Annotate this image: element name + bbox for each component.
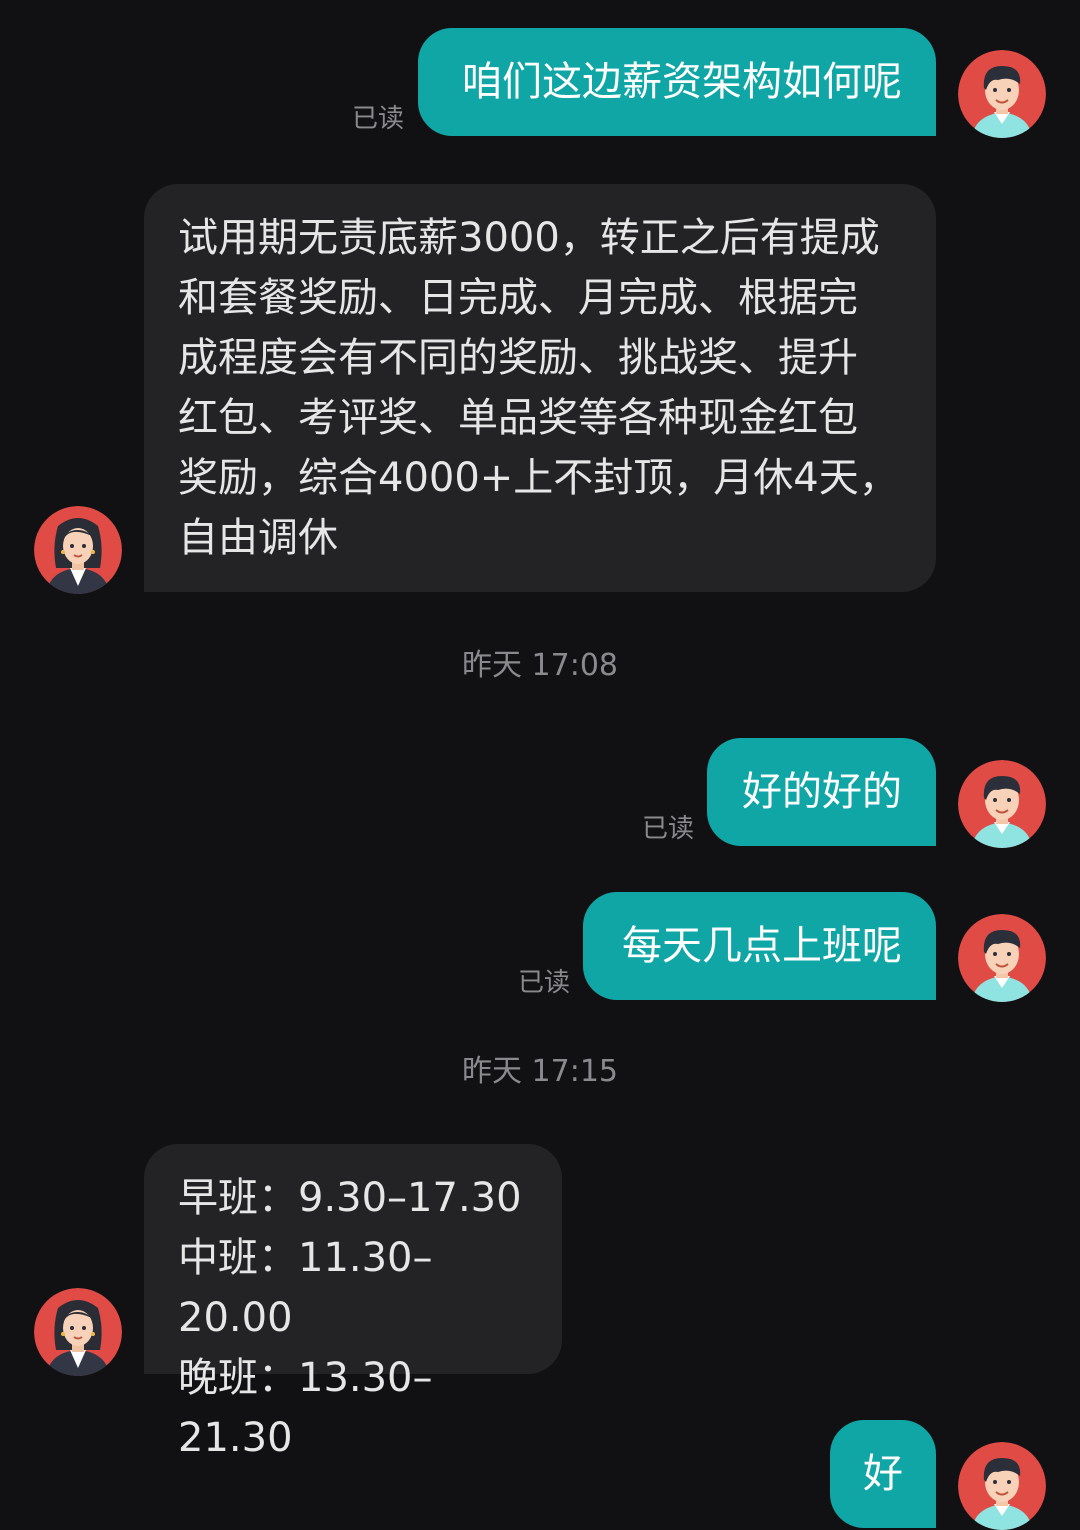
- incoming-message-bubble[interactable]: 试用期无责底薪3000，转正之后有提成 和套餐奖励、日完成、月完成、根据完 成程…: [144, 184, 936, 592]
- read-status: 已读: [642, 814, 695, 844]
- message-text: 每天几点上班呢: [622, 923, 902, 969]
- male-avatar-icon[interactable]: [958, 914, 1046, 1002]
- message-line: 奖励，综合4000+上不封顶，月休4天，: [178, 455, 899, 501]
- message-text: 咱们这边薪资架构如何呢: [462, 59, 902, 105]
- message-line: 红包、考评奖、单品奖等各种现金红包: [178, 395, 858, 441]
- male-avatar-icon[interactable]: [958, 1442, 1046, 1530]
- incoming-message-bubble[interactable]: 早班：9.30–17.30 中班：11.30–20.00 晚班：13.30–21…: [144, 1144, 562, 1461]
- message-line: 试用期无责底薪3000，转正之后有提成: [178, 215, 880, 261]
- chat-thread: 咱们这边薪资架构如何呢 已读 试用期无责底薪3000，转正之后有提成 和套餐奖励…: [0, 0, 1080, 1530]
- outgoing-message-bubble[interactable]: 好的好的: [707, 738, 936, 846]
- message-line: 成程度会有不同的奖励、挑战奖、提升: [178, 335, 858, 381]
- outgoing-message-bubble[interactable]: 咱们这边薪资架构如何呢: [418, 28, 936, 136]
- read-status: 已读: [352, 104, 405, 134]
- read-status: 已读: [518, 968, 571, 998]
- timestamp: 昨天 17:15: [462, 1054, 618, 1089]
- male-avatar-icon[interactable]: [958, 50, 1046, 138]
- outgoing-message-bubble[interactable]: 好: [830, 1420, 936, 1528]
- message-line: 晚班：13.30–21.30: [178, 1355, 433, 1461]
- message-line: 早班：9.30–17.30: [178, 1175, 522, 1221]
- female-avatar-icon[interactable]: [34, 1288, 122, 1376]
- message-line: 中班：11.30–20.00: [178, 1235, 433, 1341]
- message-text: 好: [863, 1451, 903, 1497]
- outgoing-message-bubble[interactable]: 每天几点上班呢: [583, 892, 936, 1000]
- message-line: 和套餐奖励、日完成、月完成、根据完: [178, 275, 858, 321]
- male-avatar-icon[interactable]: [958, 760, 1046, 848]
- timestamp: 昨天 17:08: [462, 648, 618, 683]
- female-avatar-icon[interactable]: [34, 506, 122, 594]
- message-text: 好的好的: [742, 769, 902, 815]
- message-line: 自由调休: [178, 515, 338, 561]
